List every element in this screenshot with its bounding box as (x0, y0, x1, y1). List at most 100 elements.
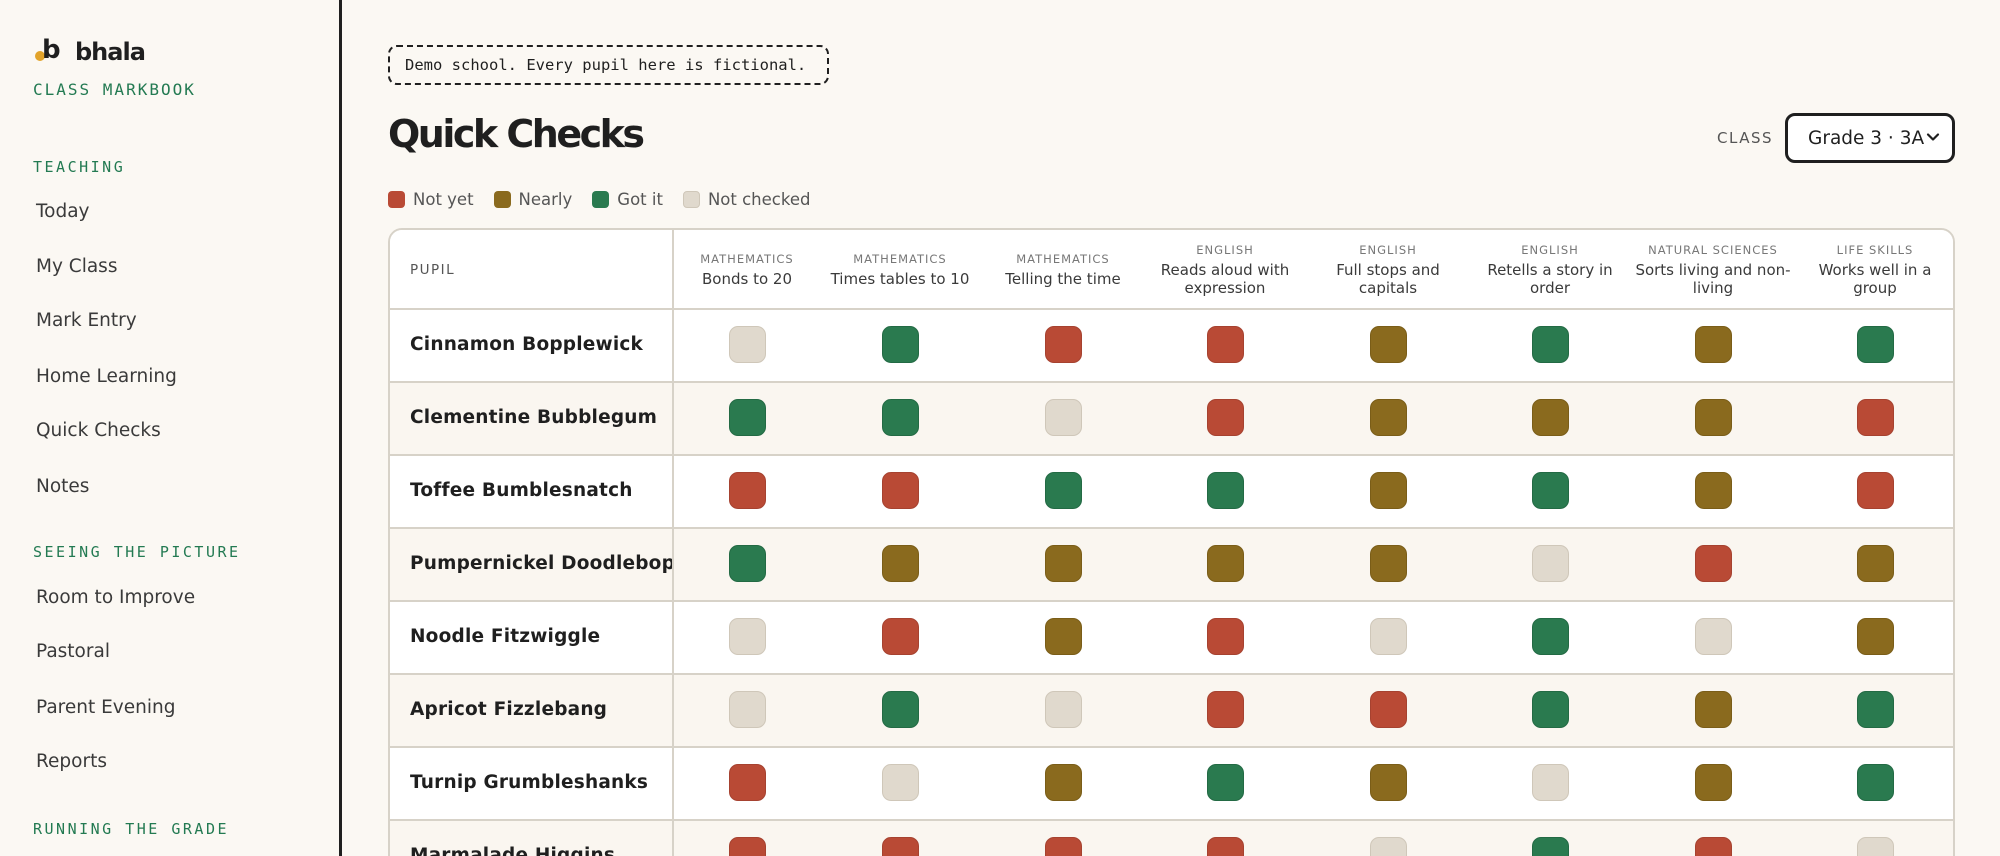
column-title: Works well in a group (1818, 261, 1932, 297)
check-cell-not-checked[interactable] (1045, 399, 1082, 436)
check-cell-not-checked[interactable] (1370, 837, 1407, 856)
check-cell-not-checked[interactable] (1857, 837, 1894, 856)
legend-swatch-not-checked (682, 191, 700, 208)
check-cell-nearly[interactable] (1370, 399, 1407, 436)
column-header: MATHEMATICS Times tables to 10 (820, 230, 980, 310)
nav-item-home-learning[interactable]: Home Learning (36, 366, 177, 387)
check-cell-nearly[interactable] (1857, 545, 1894, 582)
check-cell-got-it[interactable] (882, 691, 919, 728)
check-cell-not-yet[interactable] (1857, 399, 1894, 436)
check-cell-not-yet[interactable] (1370, 691, 1407, 728)
pupil-name[interactable]: Apricot Fizzlebang (410, 699, 607, 720)
check-cell-nearly[interactable] (1695, 691, 1732, 728)
check-cell-not-yet[interactable] (882, 618, 919, 655)
page-title: Quick Checks (388, 112, 645, 156)
check-cell-not-checked[interactable] (1370, 618, 1407, 655)
check-cell-nearly[interactable] (1532, 399, 1569, 436)
pupil-name[interactable]: Clementine Bubblegum (410, 407, 657, 428)
check-cell-nearly[interactable] (1207, 545, 1244, 582)
check-cell-not-yet[interactable] (1207, 399, 1244, 436)
check-cell-nearly[interactable] (1370, 545, 1407, 582)
check-cell-not-yet[interactable] (1207, 618, 1244, 655)
table-row: Marmalade Higgins (390, 821, 1953, 856)
check-cell-got-it[interactable] (1857, 326, 1894, 363)
check-cell-not-yet[interactable] (1045, 326, 1082, 363)
column-title: Bonds to 20 (702, 270, 792, 288)
nav-item-quick-checks[interactable]: Quick Checks (36, 420, 161, 441)
check-cell-got-it[interactable] (1532, 326, 1569, 363)
check-cell-not-checked[interactable] (1532, 545, 1569, 582)
check-cell-got-it[interactable] (882, 326, 919, 363)
check-cell-got-it[interactable] (1857, 764, 1894, 801)
check-cell-got-it[interactable] (1207, 472, 1244, 509)
check-cell-nearly[interactable] (1370, 472, 1407, 509)
nav-section-teaching: TEACHING (33, 158, 126, 176)
table-row: Pumpernickel Doodlebop (390, 529, 1953, 602)
check-cell-not-yet[interactable] (1695, 837, 1732, 856)
check-cell-not-yet[interactable] (1207, 326, 1244, 363)
pupil-name[interactable]: Marmalade Higgins (410, 845, 615, 856)
check-cell-got-it[interactable] (1532, 837, 1569, 856)
check-cell-not-yet[interactable] (1695, 545, 1732, 582)
check-cell-nearly[interactable] (1045, 764, 1082, 801)
check-cell-not-checked[interactable] (1045, 691, 1082, 728)
column-subject: ENGLISH (1521, 243, 1579, 257)
check-cell-nearly[interactable] (1045, 545, 1082, 582)
check-cell-nearly[interactable] (1695, 764, 1732, 801)
nav-item-today[interactable]: Today (36, 201, 90, 222)
nav-item-notes[interactable]: Notes (36, 476, 89, 497)
pupil-name[interactable]: Pumpernickel Doodlebop (410, 553, 675, 574)
nav-item-parent-evening[interactable]: Parent Evening (36, 697, 175, 718)
check-cell-nearly[interactable] (1695, 399, 1732, 436)
pupil-name[interactable]: Turnip Grumbleshanks (410, 772, 648, 793)
class-label: CLASS (1717, 129, 1773, 147)
check-cell-got-it[interactable] (729, 399, 766, 436)
nav-item-mark-entry[interactable]: Mark Entry (36, 310, 137, 331)
nav-item-reports[interactable]: Reports (36, 751, 107, 772)
nav-item-my-class[interactable]: My Class (36, 256, 117, 277)
nav-item-room-to-improve[interactable]: Room to Improve (36, 587, 195, 608)
check-cell-not-checked[interactable] (729, 618, 766, 655)
brand[interactable]: b bhala (35, 35, 146, 66)
check-cell-got-it[interactable] (1857, 691, 1894, 728)
check-cell-not-yet[interactable] (729, 764, 766, 801)
check-cell-nearly[interactable] (1370, 326, 1407, 363)
check-cell-got-it[interactable] (1532, 472, 1569, 509)
pupil-name[interactable]: Cinnamon Bopplewick (410, 334, 643, 355)
class-select-value: Grade 3 · 3A (1808, 127, 1925, 149)
legend-label: Not checked (707, 190, 811, 209)
check-cell-nearly[interactable] (1370, 764, 1407, 801)
check-cell-got-it[interactable] (729, 545, 766, 582)
check-cell-got-it[interactable] (1045, 472, 1082, 509)
check-cell-not-checked[interactable] (1532, 764, 1569, 801)
check-cell-nearly[interactable] (1695, 326, 1732, 363)
class-select[interactable]: Grade 3 · 3A (1785, 113, 1955, 163)
check-cell-nearly[interactable] (1857, 618, 1894, 655)
check-cell-got-it[interactable] (1532, 691, 1569, 728)
check-cell-not-checked[interactable] (729, 326, 766, 363)
check-cell-not-yet[interactable] (729, 472, 766, 509)
check-cell-not-yet[interactable] (1857, 472, 1894, 509)
check-cell-not-yet[interactable] (882, 472, 919, 509)
nav-item-pastoral[interactable]: Pastoral (36, 641, 110, 662)
check-cell-nearly[interactable] (1045, 618, 1082, 655)
legend-swatch-got-it (592, 191, 610, 208)
check-cell-not-checked[interactable] (729, 691, 766, 728)
check-cell-not-checked[interactable] (882, 764, 919, 801)
check-cell-not-yet[interactable] (729, 837, 766, 856)
check-cell-not-yet[interactable] (1207, 691, 1244, 728)
check-cell-not-yet[interactable] (882, 837, 919, 856)
column-subject: LIFE SKILLS (1836, 243, 1914, 257)
check-cell-nearly[interactable] (1695, 472, 1732, 509)
check-cell-not-yet[interactable] (1045, 837, 1082, 856)
pupil-name[interactable]: Noodle Fitzwiggle (410, 626, 600, 647)
check-cell-not-yet[interactable] (1207, 837, 1244, 856)
legend-swatch-not-yet (388, 191, 405, 208)
pupil-name[interactable]: Toffee Bumblesnatch (410, 480, 633, 501)
check-cell-not-checked[interactable] (1695, 618, 1732, 655)
check-cell-got-it[interactable] (882, 399, 919, 436)
check-cell-got-it[interactable] (1207, 764, 1244, 801)
check-cell-nearly[interactable] (882, 545, 919, 582)
check-cell-got-it[interactable] (1532, 618, 1569, 655)
column-title: Full stops and capitals (1336, 261, 1440, 297)
